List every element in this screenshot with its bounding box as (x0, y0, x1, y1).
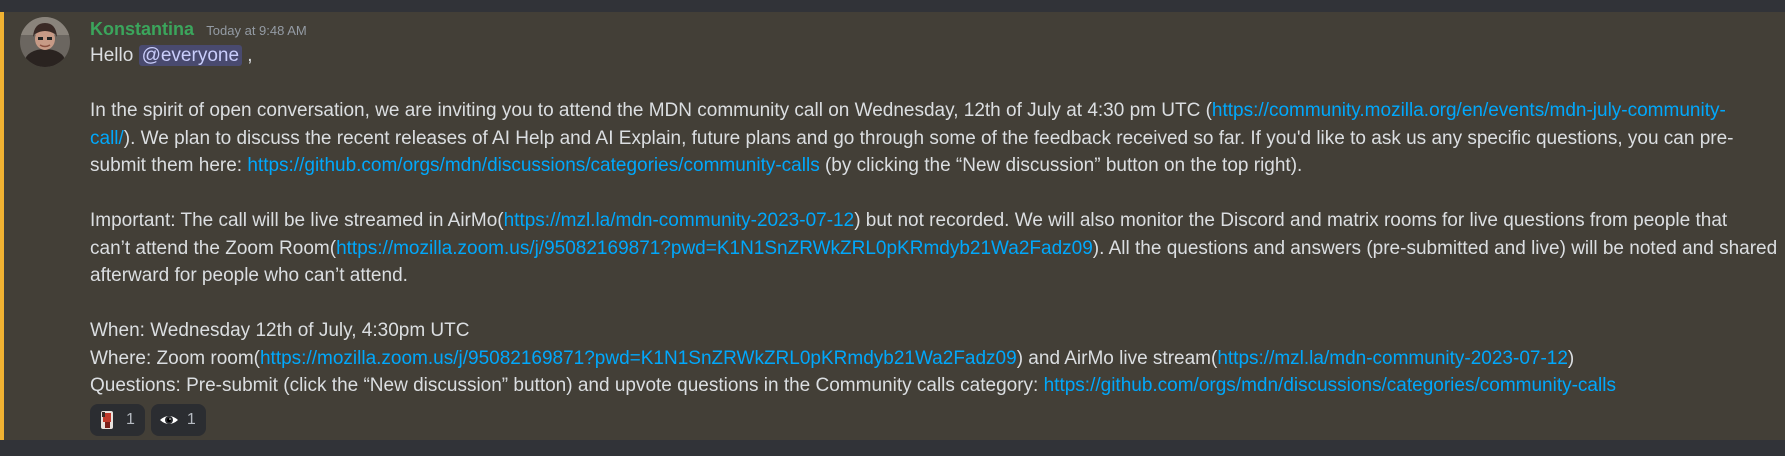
eye-icon (159, 415, 178, 424)
reaction-custom-emoji[interactable]: 1 (90, 403, 145, 436)
when-line: When: Wednesday 12th of July, 4:30pm UTC (90, 320, 470, 341)
text-span: Where: Zoom room( (90, 347, 260, 369)
event-link[interactable]: https://community.mozilla.org/en/events/… (1212, 100, 1726, 121)
text-span: In the spirit of open conversation, we a… (90, 100, 1212, 121)
custom-avatar-emoji-icon (101, 410, 113, 429)
channel-background-top (0, 0, 1785, 12)
zoom-room-link[interactable]: https://mozilla.zoom.us/j/95082169871?pw… (260, 348, 1017, 369)
greeting-line: Hello @everyone , (90, 42, 1780, 70)
reactions-bar: 1 1 (90, 403, 1780, 436)
text-span: afterward for people who can’t attend. (90, 265, 408, 286)
questions-line: Questions: Pre-submit (click the “New di… (90, 372, 1780, 400)
message-content: Konstantina Today at 9:48 AM Hello @ever… (90, 18, 1780, 436)
channel-background-bottom (0, 440, 1785, 456)
text-span: ) and AirMo live stream( (1016, 347, 1218, 369)
reaction-eye[interactable]: 1 (150, 403, 206, 436)
text-span: Questions: Pre-submit (click the “New di… (90, 375, 1044, 396)
reaction-count: 1 (126, 410, 135, 428)
greeting-after: , (242, 45, 253, 66)
mention-highlight-bar (0, 12, 4, 440)
paragraph-important: Important: The call will be live streame… (90, 207, 1780, 290)
text-span: submit them here: (90, 155, 248, 176)
text-span: ). All the questions and answers (pre-su… (1092, 237, 1778, 259)
text-span: (by clicking the “New discussion” button… (819, 155, 1303, 176)
github-discussions-link[interactable]: https://github.com/orgs/mdn/discussions/… (247, 155, 819, 176)
text-span: ) (1567, 347, 1575, 369)
text-span: ) but not recorded. We will also monitor… (854, 210, 1728, 231)
airmo-stream-link[interactable]: https://mzl.la/mdn-community-2023-07-12 (1217, 348, 1568, 369)
community-calls-link[interactable]: https://github.com/orgs/mdn/discussions/… (1044, 375, 1616, 396)
paragraph-intro: In the spirit of open conversation, we a… (90, 97, 1780, 180)
event-link-continued[interactable]: call/ (90, 128, 124, 149)
text-span: ). We plan to discuss the recent release… (123, 127, 1734, 149)
airmo-link[interactable]: https://mzl.la/mdn-community-2023-07-12 (504, 210, 855, 231)
zoom-link[interactable]: https://mozilla.zoom.us/j/95082169871?pw… (336, 238, 1093, 259)
chat-message[interactable]: Konstantina Today at 9:48 AM Hello @ever… (0, 12, 1785, 440)
greeting-text: Hello (90, 45, 139, 66)
message-header: Konstantina Today at 9:48 AM (90, 18, 1780, 40)
reaction-count: 1 (186, 410, 196, 428)
text-span: Important: The call will be live streame… (90, 210, 504, 231)
paragraph-details: When: Wednesday 12th of July, 4:30pm UTC… (90, 317, 1780, 400)
avatar[interactable] (20, 17, 70, 67)
everyone-mention[interactable]: @everyone (138, 45, 243, 66)
avatar-image (20, 17, 70, 67)
text-span: can’t attend the Zoom Room( (90, 237, 337, 259)
author-name[interactable]: Konstantina (90, 19, 194, 39)
where-line: Where: Zoom room(https://mozilla.zoom.us… (90, 345, 1780, 373)
message-timestamp[interactable]: Today at 9:48 AM (206, 23, 306, 38)
